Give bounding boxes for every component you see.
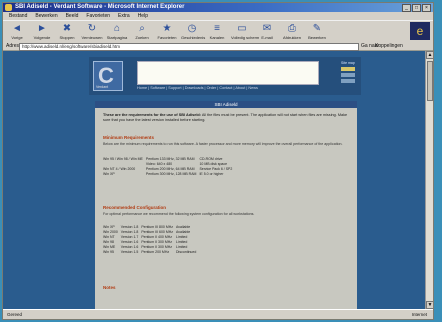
side-button-1[interactable] [341, 67, 355, 71]
table-row: Win 95 Version 1.5 Pentium 200 MHz Disconti… [103, 250, 199, 255]
vertical-scrollbar[interactable]: ▲ ▼ [425, 51, 433, 309]
menu-extra[interactable]: Extra [118, 12, 130, 20]
refresh-icon: ↻ [87, 23, 97, 34]
table-cell: IE 5.0 or higher [199, 172, 224, 176]
scroll-thumb[interactable] [427, 61, 433, 101]
address-bar: Adres http://www.adiseld.nl/eng/software… [3, 42, 433, 51]
links-button[interactable]: Koppelingen [375, 43, 403, 49]
web-page: C Verdant Home | Software | Support | Do… [3, 51, 433, 309]
toolbar-label: Kanalen [209, 35, 225, 40]
scroll-up-icon[interactable]: ▲ [426, 51, 433, 59]
status-text: Gereed [7, 312, 23, 317]
status-bar: Gereed Internet [3, 309, 433, 319]
site-logo[interactable]: C Verdant [93, 61, 123, 91]
intro-text: These are the requirements for the use o… [103, 113, 349, 123]
main-content: SBI Adiseld These are the requirements f… [95, 101, 357, 309]
history-icon: ◷ [187, 23, 197, 34]
toolbar-button-edit[interactable]: ✎ Bewerken [306, 23, 328, 40]
requirements-table: Win 95 / Win 98 / Win ME Pentium 133 MHz,… [103, 157, 235, 177]
section-title: SBI Adiseld [95, 101, 357, 108]
para-minimum: Below are the minimum requirements to ru… [103, 142, 343, 146]
window-controls: _ □ × [402, 4, 431, 12]
menu-bewerken[interactable]: Bewerken [35, 12, 57, 20]
side-button-3[interactable] [341, 79, 355, 83]
fullscreen-icon: ▭ [237, 23, 247, 34]
table-cell: Version 1.5 [120, 250, 139, 254]
toolbar-button-print[interactable]: ⎙ Afdrukken [281, 23, 303, 40]
recommended-table: Win XP Version 1.8 Pentium III 800 MHz Avai… [103, 225, 199, 255]
toolbar-button-refresh[interactable]: ↻ Vernieuwen [81, 23, 103, 40]
intro-bold: These are the requirements for the use o… [103, 113, 201, 117]
toolbar-button-search[interactable]: ⌕ Zoeken [131, 23, 153, 40]
toolbar-label: Vorige [11, 35, 23, 40]
toolbar-label: Zoeken [135, 35, 149, 40]
menu-bar: Bestand Bewerken Beeld Favorieten Extra … [3, 12, 433, 20]
toolbar: ◄ Vorige ► Volgende ✖ Stoppen ↻ Vernieuwen ⌂ Star… [3, 20, 433, 44]
address-input[interactable]: http://www.adiseld.nl/eng/software/sbiad… [19, 43, 359, 51]
subhead-notes: Notes [103, 285, 116, 290]
subhead-recommended: Recommended Configuration [103, 205, 167, 210]
toolbar-label: Afdrukken [282, 35, 301, 40]
site-nav[interactable]: Home | Software | Support | Downloads | … [137, 86, 337, 90]
banner-area [137, 61, 319, 85]
side-button-2[interactable] [341, 73, 355, 77]
home-icon: ⌂ [113, 23, 121, 34]
toolbar-button-channels[interactable]: ≡ Kanalen [206, 23, 228, 40]
search-icon: ⌕ [139, 23, 145, 34]
toolbar-button-home[interactable]: ⌂ Startpagina [106, 23, 128, 40]
table-cell: Discontinued [176, 250, 197, 254]
menu-bestand[interactable]: Bestand [9, 12, 27, 20]
menu-favorieten[interactable]: Favorieten [86, 12, 110, 20]
toolbar-label: Stoppen [59, 35, 75, 40]
status-zone: Internet [411, 312, 427, 317]
scroll-down-icon[interactable]: ▼ [426, 301, 433, 309]
menu-help[interactable]: Help [138, 12, 148, 20]
table-cell: Win XP [103, 172, 115, 176]
ie-logo-icon: e [410, 22, 430, 40]
edit-icon: ✎ [312, 23, 322, 34]
address-label: Adres [6, 43, 20, 49]
toolbar-button-history[interactable]: ◷ Geschiedenis [181, 23, 206, 40]
menu-beeld[interactable]: Beeld [66, 12, 79, 20]
subhead-minimum: Minimum Requirements [103, 135, 155, 140]
toolbar-label: Geschiedenis [181, 35, 206, 40]
table-cell: Win 95 [103, 250, 114, 254]
toolbar-button-mail[interactable]: ✉ E-mail [256, 23, 278, 40]
close-button[interactable]: × [422, 4, 431, 12]
toolbar-label: Startpagina [106, 35, 128, 40]
favorites-icon: ★ [162, 23, 172, 34]
mail-icon: ✉ [262, 23, 272, 34]
maximize-button[interactable]: □ [412, 4, 421, 12]
title-bar: SBI Adiseld - Verdant Software - Microso… [3, 3, 433, 12]
back-arrow-icon: ◄ [12, 23, 22, 34]
para-recommended: For optimal performance we recommend the… [103, 212, 255, 216]
table-cell: Pentium 300 MHz, 128 MB RAM [145, 172, 197, 176]
toolbar-button-forward-arrow[interactable]: ► Volgende [31, 23, 53, 40]
toolbar-button-back-arrow[interactable]: ◄ Vorige [6, 23, 28, 40]
sitemap-link[interactable]: Site map [341, 61, 359, 65]
toolbar-label: Volledig scherm [231, 35, 260, 40]
browser-window: SBI Adiseld - Verdant Software - Microso… [2, 2, 434, 320]
toolbar-button-stop[interactable]: ✖ Stoppen [56, 23, 78, 40]
forward-arrow-icon: ► [37, 23, 47, 34]
ie-icon [5, 4, 12, 11]
logo-text: Verdant [96, 85, 109, 89]
minimize-button[interactable]: _ [402, 4, 411, 12]
window-title: SBI Adiseld - Verdant Software - Microso… [15, 4, 185, 10]
toolbar-label: Vernieuwen [81, 35, 103, 40]
toolbar-button-favorites[interactable]: ★ Favorieten [156, 23, 178, 40]
channels-icon: ≡ [214, 23, 220, 34]
site-header: C Verdant Home | Software | Support | Do… [89, 57, 361, 95]
print-icon: ⎙ [288, 23, 296, 34]
toolbar-button-fullscreen[interactable]: ▭ Volledig scherm [231, 23, 260, 40]
toolbar-label: Volgende [33, 35, 51, 40]
table-row: Win XP Pentium 300 MHz, 128 MB RAM IE 5.0 … [103, 172, 235, 177]
stop-icon: ✖ [62, 23, 72, 34]
side-links: Site map [341, 61, 359, 83]
toolbar-label: Bewerken [308, 35, 326, 40]
table-cell: Pentium 200 MHz [141, 250, 170, 254]
toolbar-label: Favorieten [157, 35, 177, 40]
monitor-frame: SBI Adiseld - Verdant Software - Microso… [0, 0, 442, 322]
toolbar-label: E-mail [261, 35, 273, 40]
